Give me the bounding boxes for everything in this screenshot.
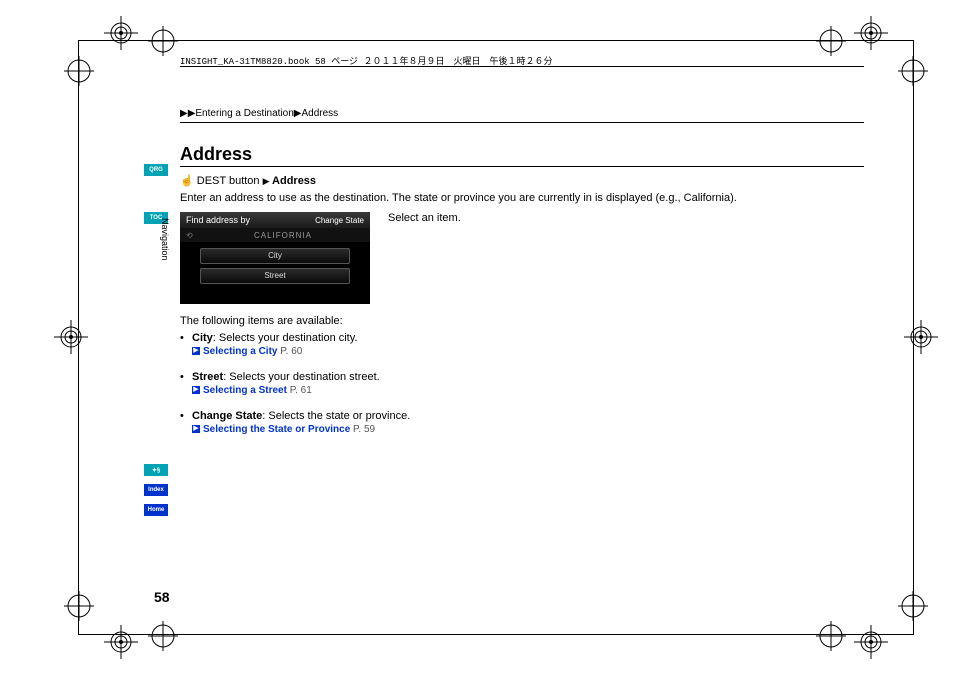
item-label: Street	[192, 371, 223, 383]
link-text: Selecting the State or Province	[203, 424, 350, 435]
link-icon: ▶	[192, 425, 200, 433]
item-desc: : Selects your destination city.	[213, 332, 358, 344]
trim-rule-bottom	[78, 634, 914, 635]
list-item: •Street: Selects your destination street…	[180, 371, 410, 396]
crosshair-icon	[64, 591, 94, 621]
nav-option-street[interactable]: Street	[200, 268, 350, 284]
nav-titlebar: Find address by Change State	[180, 212, 370, 228]
section-rule	[180, 166, 864, 167]
current-state: CALIFORNIA	[202, 231, 364, 240]
registration-mark-icon	[104, 625, 138, 659]
triangle-icon: ▶	[294, 108, 302, 119]
dest-after: Address	[272, 175, 316, 187]
page-ref: P. 59	[353, 424, 375, 435]
breadcrumb-part: Entering a Destination	[195, 108, 293, 119]
tab-voice[interactable]: ✦§	[144, 464, 168, 476]
nav-option-city[interactable]: City	[200, 248, 350, 264]
dest-path: ☝ DEST button ▶ Address	[180, 174, 316, 187]
page-ref: P. 60	[280, 346, 302, 357]
tab-qrg[interactable]: QRG	[144, 164, 168, 176]
intro-text: Enter an address to use as the destinati…	[180, 192, 737, 204]
link-icon: ▶	[192, 347, 200, 355]
crosshair-icon	[898, 56, 928, 86]
bullet-icon: •	[180, 332, 192, 344]
dest-pre: DEST button	[197, 175, 260, 187]
registration-mark-icon	[854, 625, 888, 659]
breadcrumb-part: Address	[302, 108, 339, 119]
item-desc: : Selects your destination street.	[223, 371, 380, 383]
link-text: Selecting a City	[203, 346, 277, 357]
bullet-icon: •	[180, 371, 192, 383]
trim-rule-top	[78, 40, 914, 41]
registration-mark-icon	[54, 320, 88, 354]
breadcrumb: ▶▶Entering a Destination▶Address	[180, 108, 338, 119]
cross-ref[interactable]: ▶Selecting a City P. 60	[192, 346, 410, 357]
tab-index[interactable]: Index	[144, 484, 168, 496]
triangle-icon: ▶▶	[180, 108, 195, 119]
cross-ref[interactable]: ▶Selecting a Street P. 61	[192, 385, 410, 396]
item-list: •City: Selects your destination city. ▶S…	[180, 332, 410, 449]
item-label: City	[192, 332, 213, 344]
section-side-label: Navigation	[160, 218, 170, 261]
cross-ref[interactable]: ▶Selecting the State or Province P. 59	[192, 424, 410, 435]
list-item: •Change State: Selects the state or prov…	[180, 410, 410, 435]
crosshair-icon	[148, 26, 178, 56]
dest-icon: ☝	[180, 175, 194, 187]
triangle-icon: ▶	[263, 176, 272, 186]
crosshair-icon	[64, 56, 94, 86]
crosshair-icon	[148, 621, 178, 651]
link-icon: ▶	[192, 386, 200, 394]
change-state-button[interactable]: Change State	[315, 216, 364, 225]
instruction-text: Select an item.	[388, 212, 461, 224]
following-text: The following items are available:	[180, 315, 343, 327]
nav-title: Find address by	[186, 215, 250, 225]
header-rule	[180, 66, 864, 67]
nav-screenshot: Find address by Change State ⟲ CALIFORNI…	[180, 212, 370, 304]
link-text: Selecting a Street	[203, 385, 287, 396]
tab-home[interactable]: Home	[144, 504, 168, 516]
bullet-icon: •	[180, 410, 192, 422]
page-ref: P. 61	[290, 385, 312, 396]
crosshair-icon	[816, 621, 846, 651]
section-title: Address	[180, 144, 252, 165]
item-label: Change State	[192, 410, 262, 422]
breadcrumb-rule	[180, 122, 864, 123]
crosshair-icon	[898, 591, 928, 621]
crosshair-icon	[816, 26, 846, 56]
registration-mark-icon	[854, 16, 888, 50]
registration-mark-icon	[904, 320, 938, 354]
nav-state-row: ⟲ CALIFORNIA	[180, 228, 370, 242]
item-desc: : Selects the state or province.	[262, 410, 410, 422]
back-icon[interactable]: ⟲	[186, 231, 202, 240]
registration-mark-icon	[104, 16, 138, 50]
page-number: 58	[154, 589, 170, 605]
list-item: •City: Selects your destination city. ▶S…	[180, 332, 410, 357]
